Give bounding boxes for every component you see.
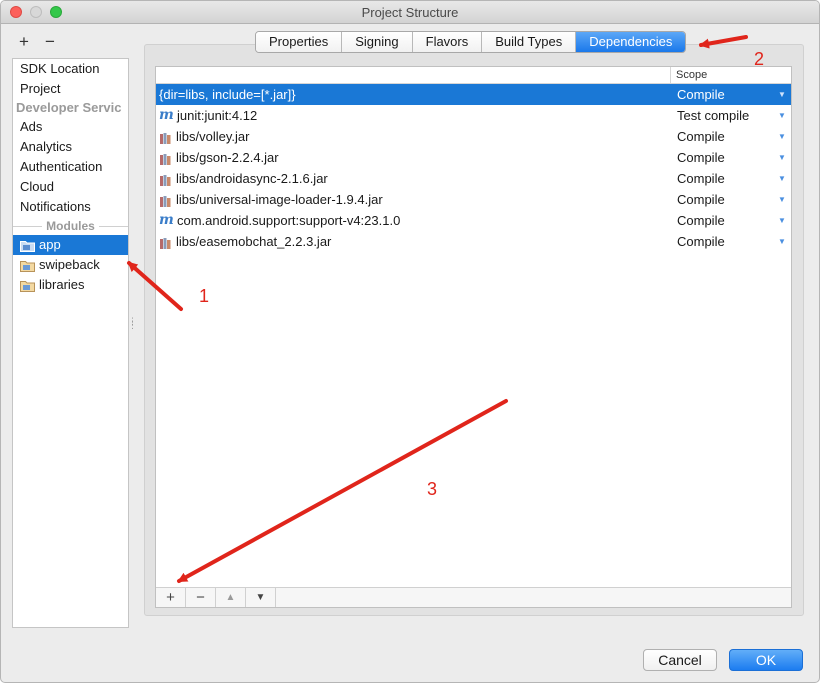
table-row[interactable]: libs/universal-image-loader-1.9.4.jar Co… bbox=[156, 189, 791, 210]
module-folder-icon bbox=[20, 279, 35, 292]
chevron-down-icon[interactable]: ▼ bbox=[778, 210, 786, 231]
modules-header-label: Modules bbox=[42, 219, 99, 233]
sidebar-item-cloud[interactable]: Cloud bbox=[13, 177, 128, 197]
table-row[interactable]: m junit:junit:4.12 Test compile ▼ bbox=[156, 105, 791, 126]
developer-services-header: Developer Servic bbox=[16, 100, 122, 115]
annotation-label-2: 2 bbox=[754, 49, 765, 69]
jar-icon bbox=[159, 151, 172, 165]
chevron-down-icon[interactable]: ▼ bbox=[778, 84, 786, 105]
chevron-down-icon[interactable]: ▼ bbox=[778, 105, 786, 126]
module-label: app bbox=[39, 237, 61, 252]
jar-icon bbox=[159, 193, 172, 207]
chevron-down-icon[interactable]: ▼ bbox=[778, 168, 786, 189]
chevron-down-icon[interactable]: ▼ bbox=[778, 189, 786, 210]
dependency-name: {dir=libs, include=[*.jar]} bbox=[159, 87, 296, 102]
add-dependency-button[interactable]: + bbox=[156, 588, 186, 607]
table-row[interactable]: libs/androidasync-2.1.6.jar Compile ▼ bbox=[156, 168, 791, 189]
cancel-button[interactable]: Cancel bbox=[643, 649, 717, 671]
dependencies-table: Scope {dir=libs, include=[*.jar]} Compil… bbox=[155, 66, 792, 608]
scope-value[interactable]: Compile bbox=[677, 126, 725, 147]
dependency-name: libs/gson-2.2.4.jar bbox=[176, 150, 279, 165]
sidebar: SDK Location Project Developer Servic Ad… bbox=[12, 58, 129, 628]
scope-value[interactable]: Compile bbox=[677, 147, 725, 168]
window-title: Project Structure bbox=[361, 5, 459, 20]
remove-dependency-button[interactable]: − bbox=[186, 588, 216, 607]
chevron-down-icon[interactable]: ▼ bbox=[778, 126, 786, 147]
jar-icon bbox=[159, 130, 172, 144]
table-row[interactable]: {dir=libs, include=[*.jar]} Compile ▼ bbox=[156, 84, 791, 105]
table-row[interactable]: libs/easemobchat_2.2.3.jar Compile ▼ bbox=[156, 231, 791, 252]
scope-value[interactable]: Test compile bbox=[677, 105, 749, 126]
tab-flavors[interactable]: Flavors bbox=[412, 32, 483, 52]
chevron-down-icon[interactable]: ▼ bbox=[778, 231, 786, 252]
sidebar-item-analytics[interactable]: Analytics bbox=[13, 137, 128, 157]
dependencies-toolbar: + − ▲ ▼ bbox=[156, 587, 791, 607]
table-row[interactable]: libs/volley.jar Compile ▼ bbox=[156, 126, 791, 147]
move-up-button[interactable]: ▲ bbox=[216, 588, 246, 607]
sidebar-toolbar: + − bbox=[17, 32, 57, 52]
table-row[interactable]: m com.android.support:support-v4:23.1.0 C… bbox=[156, 210, 791, 231]
dependency-name: libs/universal-image-loader-1.9.4.jar bbox=[176, 192, 383, 207]
chevron-down-icon[interactable]: ▼ bbox=[778, 147, 786, 168]
modules-header: Modules bbox=[13, 217, 128, 235]
title-bar: Project Structure bbox=[1, 1, 819, 24]
sidebar-item-sdk-location[interactable]: SDK Location bbox=[13, 59, 128, 79]
module-label: swipeback bbox=[39, 257, 100, 272]
move-down-button[interactable]: ▼ bbox=[246, 588, 276, 607]
dependency-name: libs/easemobchat_2.2.3.jar bbox=[176, 234, 332, 249]
annotation-label-3: 3 bbox=[427, 479, 438, 499]
sidebar-item-project[interactable]: Project bbox=[13, 79, 128, 99]
tab-build-types[interactable]: Build Types bbox=[482, 32, 577, 52]
scope-value[interactable]: Compile bbox=[677, 168, 725, 189]
jar-icon bbox=[159, 172, 172, 186]
table-header: Scope bbox=[156, 67, 791, 84]
scope-value[interactable]: Compile bbox=[677, 231, 725, 252]
module-tabs: Properties Signing Flavors Build Types D… bbox=[255, 31, 687, 53]
remove-module-button[interactable]: − bbox=[43, 32, 57, 52]
maven-icon: m bbox=[159, 212, 174, 228]
maven-icon: m bbox=[159, 107, 174, 123]
tab-signing[interactable]: Signing bbox=[342, 32, 413, 52]
dependency-name: libs/volley.jar bbox=[176, 129, 250, 144]
scope-value[interactable]: Compile bbox=[677, 189, 725, 210]
sidebar-item-notifications[interactable]: Notifications bbox=[13, 197, 128, 217]
annotation-label-1: 1 bbox=[199, 286, 210, 306]
scope-value[interactable]: Compile bbox=[677, 210, 725, 231]
tab-dependencies[interactable]: Dependencies bbox=[576, 32, 686, 52]
sidebar-item-ads[interactable]: Ads bbox=[13, 117, 128, 137]
scope-value[interactable]: Compile bbox=[677, 84, 725, 105]
sidebar-item-authentication[interactable]: Authentication bbox=[13, 157, 128, 177]
sidebar-item-libraries[interactable]: libraries bbox=[13, 275, 128, 295]
module-folder-icon bbox=[20, 239, 35, 252]
tab-properties[interactable]: Properties bbox=[256, 32, 343, 52]
dependency-name: junit:junit:4.12 bbox=[177, 108, 258, 123]
project-structure-window: Project Structure + − SDK Location Proje… bbox=[0, 0, 820, 683]
dependency-name: com.android.support:support-v4:23.1.0 bbox=[177, 213, 401, 228]
add-module-button[interactable]: + bbox=[17, 32, 31, 52]
scope-column-header[interactable]: Scope bbox=[670, 67, 707, 83]
splitter-handle[interactable]: ⋮ ⋮ bbox=[128, 317, 137, 333]
sidebar-item-app[interactable]: app bbox=[13, 235, 128, 255]
sidebar-item-swipeback[interactable]: swipeback bbox=[13, 255, 128, 275]
dependency-name: libs/androidasync-2.1.6.jar bbox=[176, 171, 328, 186]
jar-icon bbox=[159, 235, 172, 249]
module-folder-icon bbox=[20, 259, 35, 272]
module-label: libraries bbox=[39, 277, 85, 292]
ok-button[interactable]: OK bbox=[729, 649, 803, 671]
table-row[interactable]: libs/gson-2.2.4.jar Compile ▼ bbox=[156, 147, 791, 168]
